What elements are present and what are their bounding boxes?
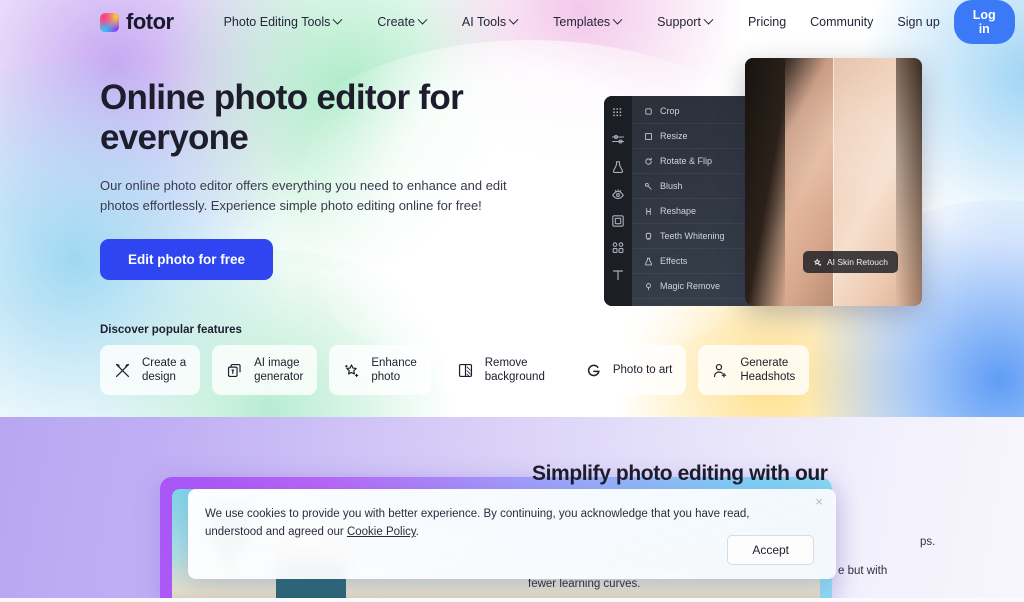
art-swirl-icon bbox=[585, 362, 602, 379]
nav-label: Community bbox=[810, 15, 874, 29]
editor-mockup: Crop Resize Rotate & Flip Blush Reshape … bbox=[604, 58, 922, 306]
feature-label: AI image generator bbox=[254, 357, 304, 383]
mockup-tool-rail bbox=[604, 96, 632, 306]
nav-item-templates[interactable]: Templates bbox=[553, 14, 623, 29]
crop-icon bbox=[644, 107, 653, 116]
cookie-consent-banner: We use cookies to provide you with bette… bbox=[188, 489, 836, 579]
nav-actions: Sign up Log in bbox=[897, 0, 1015, 44]
bottom-strip bbox=[0, 598, 1024, 602]
image-stack-icon bbox=[226, 362, 243, 379]
chevron-down-icon bbox=[332, 14, 343, 25]
page-title: Online photo editor for everyone bbox=[100, 78, 464, 157]
feature-label: Enhance photo bbox=[371, 357, 417, 383]
eye-retouch-icon[interactable] bbox=[611, 187, 625, 201]
feature-card-ai-image-generator[interactable]: AI image generator bbox=[212, 345, 318, 395]
magic-sparkle-icon bbox=[343, 362, 360, 379]
close-icon[interactable]: × bbox=[811, 494, 827, 510]
menu-label: Rotate & Flip bbox=[660, 156, 713, 166]
effects-icon bbox=[644, 257, 653, 266]
photo-hair-right bbox=[896, 58, 922, 306]
nav-label: Pricing bbox=[747, 15, 787, 29]
login-button[interactable]: Log in bbox=[953, 0, 1015, 44]
teeth-icon bbox=[644, 232, 653, 241]
frame-icon[interactable] bbox=[611, 214, 625, 228]
blush-icon bbox=[644, 182, 653, 191]
feature-card-generate-headshots[interactable]: Generate Headshots bbox=[698, 345, 810, 395]
edit-photo-for-free-button[interactable]: Edit photo for free bbox=[100, 239, 273, 280]
nav-links: Photo Editing Tools Create AI Tools Temp… bbox=[223, 14, 898, 29]
accept-button[interactable]: Accept bbox=[727, 535, 814, 565]
nav-item-create[interactable]: Create bbox=[377, 14, 428, 29]
feature-card-remove-background[interactable]: Remove background bbox=[442, 345, 559, 395]
fotor-logo-icon bbox=[100, 12, 119, 32]
feature-card-create-a-design[interactable]: Create a design bbox=[100, 345, 201, 395]
top-navigation-bar: fotor Photo Editing Tools Create AI Tool… bbox=[0, 0, 1024, 44]
grid-dots-icon[interactable] bbox=[611, 106, 625, 120]
chevron-down-icon bbox=[508, 14, 519, 25]
lower-section-heading: Simplify photo editing with our bbox=[532, 462, 828, 485]
crossed-pen-icon bbox=[114, 362, 131, 379]
nav-item-pricing[interactable]: Pricing bbox=[748, 15, 786, 29]
feature-label: Photo to art bbox=[612, 364, 673, 376]
feature-label: Generate Headshots bbox=[740, 357, 796, 383]
feature-card-photo-to-art[interactable]: Photo to art bbox=[570, 345, 687, 395]
hero-content: Online photo editor for everyone Our onl… bbox=[100, 78, 520, 280]
menu-label: Effects bbox=[660, 256, 688, 266]
nav-item-photo-editing-tools[interactable]: Photo Editing Tools bbox=[223, 14, 343, 29]
popular-features-row: Create a design AI image generator Enhan… bbox=[100, 345, 810, 395]
feature-card-enhance-photo[interactable]: Enhance photo bbox=[329, 345, 431, 395]
beauty-flask-icon[interactable] bbox=[611, 160, 625, 174]
nav-label: Templates bbox=[553, 15, 611, 29]
nav-item-support[interactable]: Support bbox=[657, 14, 714, 29]
hero-subheading: Our online photo editor offers everythin… bbox=[100, 178, 507, 213]
lower-text-fragment-bottom: fewer learning curves. bbox=[528, 578, 641, 590]
menu-label: Magic Remove bbox=[660, 281, 721, 291]
nav-label: Support bbox=[657, 15, 701, 29]
text-icon[interactable] bbox=[611, 268, 625, 282]
stickers-icon[interactable] bbox=[611, 241, 625, 255]
ai-skin-retouch-tooltip: AI Skin Retouch bbox=[803, 251, 898, 273]
menu-label: Reshape bbox=[660, 206, 697, 216]
nav-label: Create bbox=[377, 15, 415, 29]
menu-label: Resize bbox=[660, 131, 688, 141]
reshape-icon bbox=[644, 207, 653, 216]
feature-label: Create a design bbox=[142, 357, 187, 383]
before-after-photo: AI Skin Retouch bbox=[745, 58, 922, 306]
chevron-down-icon bbox=[703, 14, 714, 25]
background-split-icon bbox=[457, 362, 474, 379]
rotate-icon bbox=[644, 157, 653, 166]
nav-label: Photo Editing Tools bbox=[223, 15, 331, 29]
menu-label: Teeth Whitening bbox=[660, 231, 725, 241]
chevron-down-icon bbox=[612, 14, 623, 25]
signup-link[interactable]: Sign up bbox=[897, 15, 939, 29]
photo-hair-left bbox=[745, 58, 785, 306]
resize-icon bbox=[644, 132, 653, 141]
person-plus-icon bbox=[712, 362, 729, 379]
cookie-text-after-link: . bbox=[415, 526, 419, 538]
skin-retouch-icon bbox=[813, 257, 822, 267]
menu-label: Crop bbox=[660, 106, 680, 116]
nav-item-ai-tools[interactable]: AI Tools bbox=[461, 14, 519, 29]
cookie-text-before-link: We use cookies to provide you with bette… bbox=[205, 508, 750, 538]
logo[interactable]: fotor bbox=[100, 9, 174, 35]
page-root: fotor Photo Editing Tools Create AI Tool… bbox=[0, 0, 1024, 602]
cookie-banner-text: We use cookies to provide you with bette… bbox=[205, 505, 805, 541]
feature-label: Remove background bbox=[484, 357, 545, 383]
tooltip-label: AI Skin Retouch bbox=[827, 257, 888, 267]
sliders-icon[interactable] bbox=[611, 133, 625, 147]
logo-text: fotor bbox=[126, 9, 174, 34]
magic-remove-icon bbox=[644, 282, 653, 291]
cookie-policy-link[interactable]: Cookie Policy bbox=[347, 526, 416, 538]
lower-text-fragment-top: ps. bbox=[920, 536, 936, 548]
nav-label: AI Tools bbox=[461, 15, 507, 29]
menu-label: Blush bbox=[660, 181, 683, 191]
discover-features-label: Discover popular features bbox=[100, 324, 242, 336]
chevron-down-icon bbox=[417, 14, 428, 25]
lower-text-fragment-middle: e but with bbox=[838, 565, 888, 577]
nav-item-community[interactable]: Community bbox=[810, 15, 873, 29]
